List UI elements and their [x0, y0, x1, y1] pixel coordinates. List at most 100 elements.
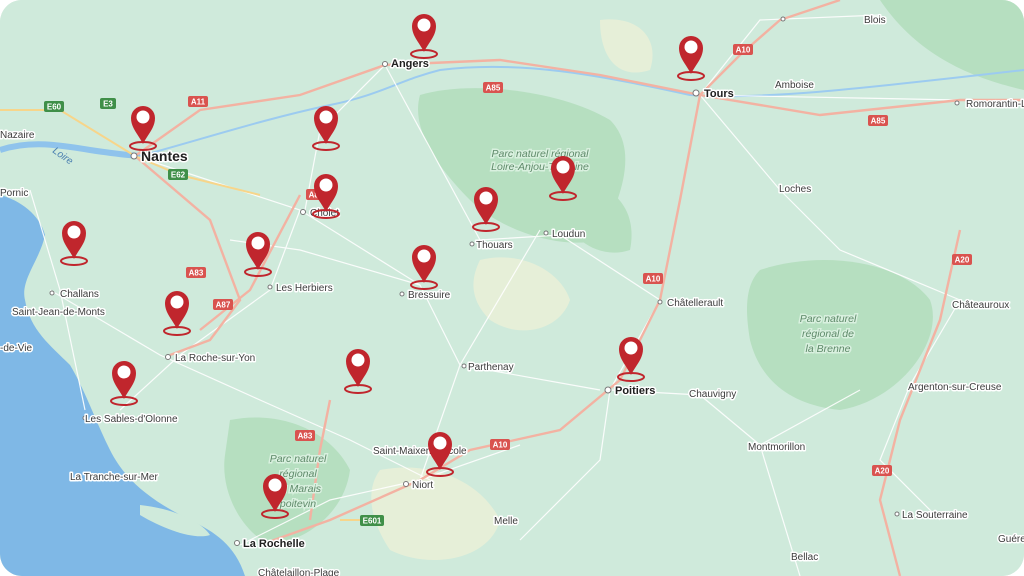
marker-saint-maixent[interactable]: [426, 432, 454, 477]
town-chauvigny: Chauvigny: [689, 389, 736, 400]
town-de-vie: -de-Vie: [0, 343, 32, 354]
town-nazaire: Nazaire: [0, 130, 35, 141]
svg-text:A85: A85: [486, 84, 501, 93]
shield-a20-1: A20: [952, 254, 972, 265]
town-romorantin: Romorantin-L: [966, 99, 1024, 110]
park-brenne: Parc naturel régional de la Brenne: [798, 312, 858, 357]
town-parthenay: Parthenay: [468, 362, 514, 373]
svg-text:E60: E60: [47, 103, 62, 112]
town-saint-jean-de-monts: Saint-Jean-de-Monts: [12, 307, 105, 318]
shield-a11: A11: [188, 96, 208, 107]
town-blois: Blois: [864, 15, 886, 26]
town-loches: Loches: [779, 184, 811, 195]
shield-a85-2: A85: [868, 115, 888, 126]
svg-text:A20: A20: [955, 256, 970, 265]
svg-text:A10: A10: [736, 46, 751, 55]
park-marais-line-2: régional: [279, 468, 317, 480]
town-saint-maixent: Saint-Maixent-l'École: [373, 444, 467, 457]
marker-tours[interactable]: [677, 36, 705, 81]
marker-bressuire[interactable]: [410, 245, 438, 290]
marker-center-dot: [251, 236, 265, 250]
town-angers: Angers: [391, 58, 429, 70]
marker-center-dot: [417, 18, 431, 32]
park-brenne-line-3: la Brenne: [806, 343, 851, 355]
town-les-sables: Les Sables-d'Olonne: [85, 414, 178, 425]
marker-la-rochelle[interactable]: [261, 474, 289, 519]
marker-center-dot: [319, 110, 333, 124]
marker-thouars[interactable]: [472, 187, 500, 232]
town-challans: Challans: [60, 289, 99, 300]
marker-nantes[interactable]: [129, 106, 157, 151]
park-brenne-line-1: Parc naturel: [800, 313, 857, 325]
town-la-roche-sur-yon: La Roche-sur-Yon: [175, 353, 255, 364]
town-argenton: Argenton-sur-Creuse: [908, 382, 1002, 393]
marker-loudun[interactable]: [549, 156, 577, 201]
town-loudun: Loudun: [552, 229, 585, 240]
marker-parthenay-west[interactable]: [344, 349, 372, 394]
shield-a20-2: A20: [872, 465, 892, 476]
marker-challans[interactable]: [60, 221, 88, 266]
town-thouars: Thouars: [476, 240, 513, 251]
shield-a83-2: A83: [295, 430, 315, 441]
town-chateauroux: Châteauroux: [952, 300, 1009, 311]
shield-e60: E60: [44, 101, 64, 112]
marker-center-dot: [268, 478, 282, 492]
town-melle: Melle: [494, 516, 518, 527]
town-amboise: Amboise: [775, 80, 814, 91]
park-marais-line-1: Parc naturel: [270, 453, 327, 465]
town-la-rochelle: La Rochelle: [243, 538, 305, 550]
svg-text:A20: A20: [875, 467, 890, 476]
marker-center-dot: [319, 178, 333, 192]
marker-center-dot: [117, 365, 131, 379]
shield-a85-1: A85: [483, 82, 503, 93]
town-bressuire: Bressuire: [408, 290, 451, 301]
marker-center-dot: [433, 436, 447, 450]
town-chatellerault: Châtellerault: [667, 298, 723, 309]
marker-center-dot: [556, 160, 570, 174]
marker-nord-cholet[interactable]: [312, 106, 340, 151]
shield-e3: E3: [100, 98, 116, 109]
map-canvas[interactable]: Parc naturel régional Loire-Anjou-Tourai…: [0, 0, 1024, 576]
town-bellac: Bellac: [791, 552, 818, 563]
svg-text:A83: A83: [298, 432, 313, 441]
marker-cholet[interactable]: [312, 174, 340, 219]
svg-text:A87: A87: [216, 301, 231, 310]
marker-roche-sur-yon[interactable]: [163, 291, 191, 336]
marker-center-dot: [624, 341, 638, 355]
marker-center-dot: [170, 295, 184, 309]
shield-a87: A87: [213, 299, 233, 310]
town-niort: Niort: [412, 480, 433, 491]
map-view[interactable]: Parc naturel régional Loire-Anjou-Tourai…: [0, 0, 1024, 576]
marker-sables[interactable]: [110, 361, 138, 406]
svg-text:E3: E3: [103, 100, 113, 109]
svg-text:E601: E601: [363, 517, 382, 526]
marker-center-dot: [136, 110, 150, 124]
svg-text:A83: A83: [189, 269, 204, 278]
svg-text:A10: A10: [493, 441, 508, 450]
marker-center-dot: [479, 191, 493, 205]
marker-poitiers[interactable]: [617, 337, 645, 382]
town-chatelaillon: Châtelaillon-Plage: [258, 568, 340, 576]
shield-a10-1: A10: [733, 44, 753, 55]
town-tours: Tours: [704, 88, 734, 100]
shield-e601: E601: [360, 515, 384, 526]
marker-center-dot: [351, 353, 365, 367]
marker-center-dot: [417, 249, 431, 263]
svg-text:A85: A85: [871, 117, 886, 126]
town-pornic: Pornic: [0, 188, 28, 199]
town-la-souterraine: La Souterraine: [902, 510, 968, 521]
shield-a10-3: A10: [490, 439, 510, 450]
town-gueret: Guére: [998, 534, 1024, 545]
town-la-tranche: La Tranche-sur-Mer: [70, 472, 158, 483]
marker-herbiers[interactable]: [244, 232, 272, 277]
marker-center-dot: [67, 225, 81, 239]
marker-angers-north[interactable]: [410, 14, 438, 59]
park-marais-line-4: poitevin: [279, 498, 316, 510]
shield-e62: E62: [168, 169, 188, 180]
shield-a10-2: A10: [643, 273, 663, 284]
park-brenne-line-2: régional de: [802, 328, 854, 340]
town-les-herbiers: Les Herbiers: [276, 283, 333, 294]
park-loire-anjou-line-1: Parc naturel régional: [492, 148, 590, 160]
town-poitiers: Poitiers: [615, 385, 655, 397]
svg-text:E62: E62: [171, 171, 186, 180]
